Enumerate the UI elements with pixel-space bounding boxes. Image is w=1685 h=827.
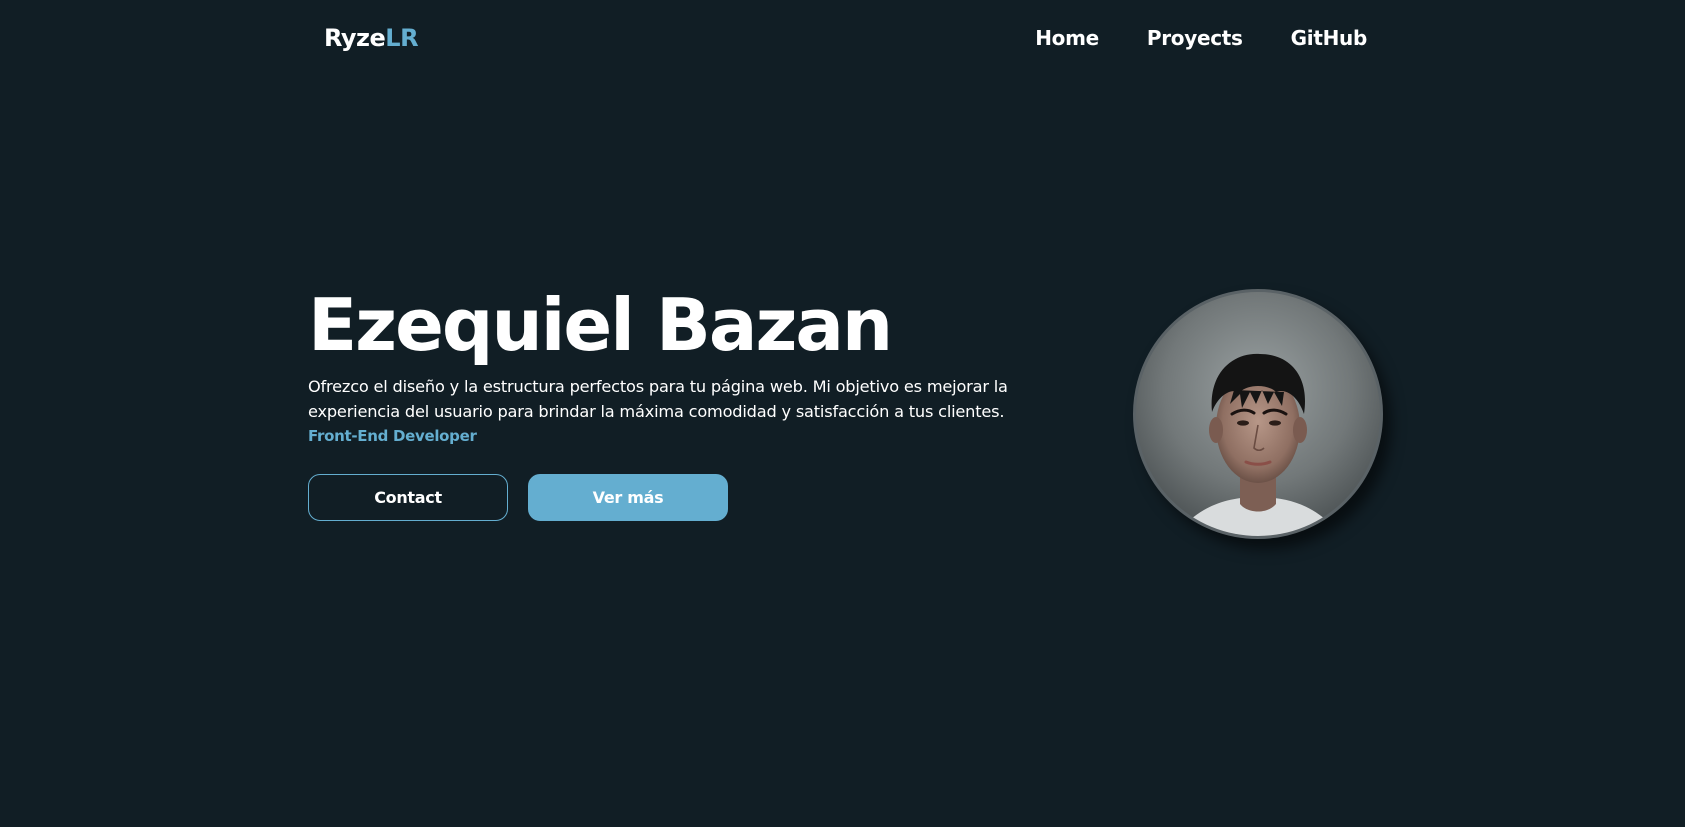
hero-description: Ofrezco el diseño y la estructura perfec… <box>308 377 1008 421</box>
logo-accent: LR <box>385 24 419 52</box>
hero-buttons: Contact Ver más <box>308 474 1028 521</box>
logo[interactable]: RyzeLR <box>324 24 419 52</box>
navbar: RyzeLR Home Proyects GitHub <box>0 0 1685 80</box>
profile-photo <box>1136 292 1380 536</box>
nav-link-home[interactable]: Home <box>1035 26 1099 50</box>
hero-role: Front-End Developer <box>308 427 477 445</box>
logo-main: Ryze <box>324 24 386 52</box>
hero-section: Ezequiel Bazan Ofrezco el diseño y la es… <box>308 282 1028 521</box>
contact-button[interactable]: Contact <box>308 474 508 521</box>
nav-links: Home Proyects GitHub <box>1035 26 1367 50</box>
hero-title: Ezequiel Bazan <box>308 283 893 367</box>
avatar <box>1133 289 1383 539</box>
ver-mas-button[interactable]: Ver más <box>528 474 728 521</box>
nav-link-proyects[interactable]: Proyects <box>1147 26 1243 50</box>
nav-link-github[interactable]: GitHub <box>1291 26 1368 50</box>
